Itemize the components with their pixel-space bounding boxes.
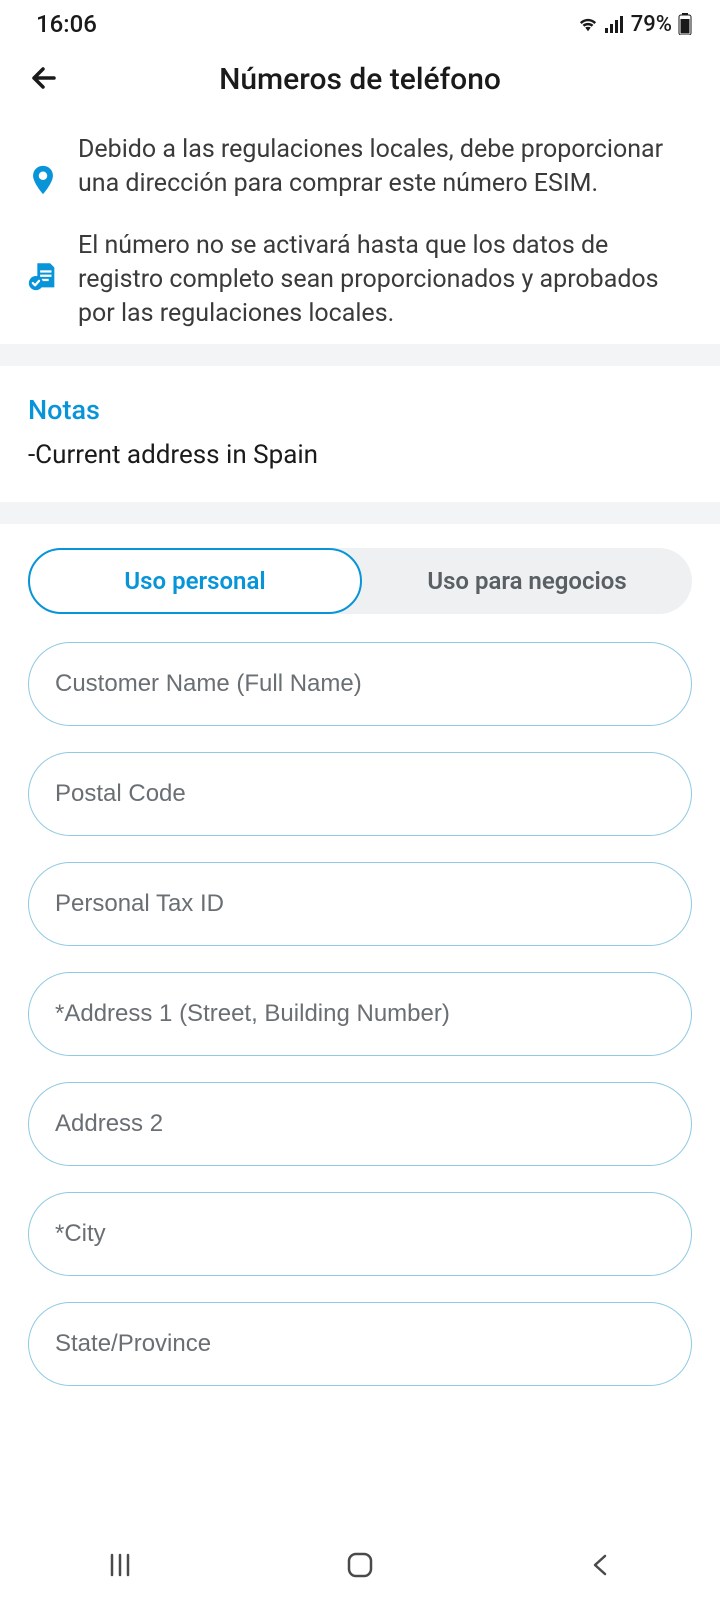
notes-item: -Current address in Spain	[28, 440, 692, 470]
document-check-icon	[26, 259, 60, 297]
address1-field[interactable]	[28, 972, 692, 1056]
home-button[interactable]	[300, 1550, 420, 1580]
recents-button[interactable]	[60, 1551, 180, 1579]
back-button[interactable]	[26, 60, 62, 100]
address2-field[interactable]	[28, 1082, 692, 1166]
header: Números de teléfono	[0, 48, 720, 119]
postal-code-field[interactable]	[28, 752, 692, 836]
customer-name-field[interactable]	[28, 642, 692, 726]
location-pin-icon	[26, 163, 60, 201]
divider	[0, 502, 720, 524]
info-address: Debido a las regulaciones locales, debe …	[0, 119, 720, 215]
state-field[interactable]	[28, 1302, 692, 1386]
city-field[interactable]	[28, 1192, 692, 1276]
signal-icon	[605, 15, 625, 33]
tab-business[interactable]: Uso para negocios	[362, 548, 692, 614]
status-bar: 16:06 79%	[0, 0, 720, 48]
info-activation: El número no se activará hasta que los d…	[0, 215, 720, 344]
wifi-icon	[577, 15, 599, 33]
status-battery: 79%	[631, 12, 672, 37]
info-activation-text: El número no se activará hasta que los d…	[78, 229, 694, 330]
status-right: 79%	[577, 12, 692, 37]
tab-personal[interactable]: Uso personal	[28, 548, 362, 614]
usage-tabs: Uso personal Uso para negocios	[28, 548, 692, 614]
system-nav-bar	[0, 1530, 720, 1600]
nav-back-button[interactable]	[540, 1552, 660, 1578]
status-time: 16:06	[36, 10, 97, 38]
notes-title: Notas	[28, 394, 692, 426]
form-section: Uso personal Uso para negocios	[0, 524, 720, 1412]
divider	[0, 344, 720, 366]
info-address-text: Debido a las regulaciones locales, debe …	[78, 133, 694, 201]
battery-icon	[678, 13, 692, 35]
tax-id-field[interactable]	[28, 862, 692, 946]
page-title: Números de teléfono	[26, 62, 694, 97]
notes-section: Notas -Current address in Spain	[0, 366, 720, 502]
